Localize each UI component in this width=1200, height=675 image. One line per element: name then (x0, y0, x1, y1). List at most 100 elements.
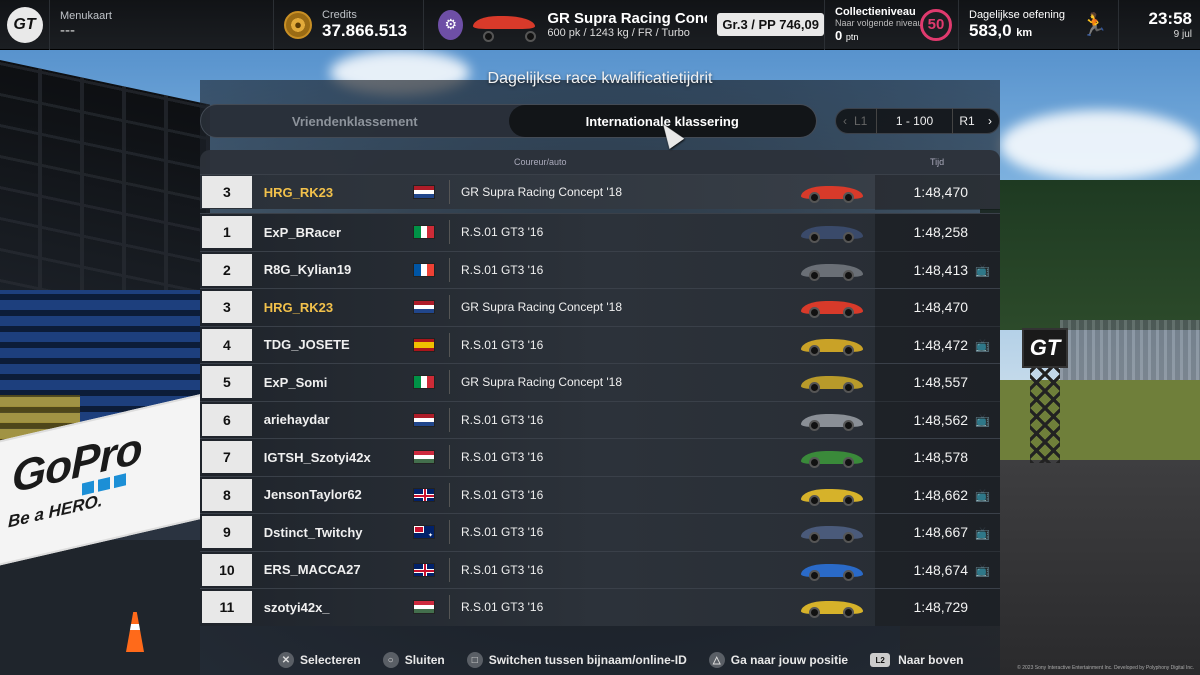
table-row[interactable]: 5 ExP_Somi GR Supra Racing Concept '18 1… (200, 363, 1001, 401)
my-entry-row[interactable]: 3 HRG_RK23 GR Supra Racing Concept '18 1… (200, 174, 1001, 210)
divider (448, 257, 450, 282)
circle-button-icon: ○ (382, 652, 399, 668)
divider (448, 332, 450, 357)
car-thumbnail (799, 521, 865, 544)
top-status-bar: GT Menukaart --- ● Credits 37.866.513 ⚙ … (0, 0, 1200, 50)
driver-name: TDG_JOSETE (263, 337, 350, 353)
table-row[interactable]: 9 Dstinct_Twitchy ✦ R.S.01 GT3 '16 1:48,… (200, 513, 1001, 551)
cloud (1000, 110, 1200, 180)
menu-value: --- (60, 22, 75, 39)
hint-switch-name[interactable]: □ Switchen tussen bijnaam/online-ID (466, 652, 687, 668)
table-row[interactable]: 2 R8G_Kylian19 R.S.01 GT3 '16 1:48,413 📺 (200, 250, 1001, 289)
hint-close[interactable]: ○ Sluiten (382, 652, 445, 668)
lap-time: 1:48,472 (913, 336, 969, 353)
car-thumbnail (799, 259, 865, 281)
current-car[interactable]: ⚙ GR Supra Racing Conc… 600 pk / 1243 kg… (424, 0, 824, 50)
header-driver-car: Coureur/auto (514, 157, 567, 167)
driver-name: Dstinct_Twitchy (263, 524, 363, 540)
table-row[interactable]: 6 ariehaydar R.S.01 GT3 '16 1:48,562 📺 (200, 400, 1001, 439)
replay-icon[interactable]: 📺 (975, 338, 990, 352)
table-row[interactable]: 8 JensonTaylor62 R.S.01 GT3 '16 1:48,662… (200, 475, 1001, 514)
replay-icon[interactable]: 📺 (975, 526, 990, 540)
table-row[interactable]: 7 IGTSH_Szotyi42x R.S.01 GT3 '16 1:48,57… (200, 438, 1001, 476)
lap-time: 1:48,662 (913, 486, 969, 503)
table-row[interactable]: 11 szotyi42x_ R.S.01 GT3 '16 1:48,729 (200, 588, 1001, 626)
rank: 6 (202, 403, 252, 436)
lap-time: 1:48,470 (913, 299, 969, 316)
table-header: Coureur/auto Tijd (200, 150, 1000, 174)
lap-time: 1:48,258 (913, 224, 969, 241)
rank: 3 (202, 291, 252, 324)
collection-level: Collectieniveau Naar volgende niveau 0 p… (824, 0, 959, 50)
replay-icon[interactable]: 📺 (975, 488, 990, 502)
divider (448, 295, 450, 320)
hint-my-position[interactable]: △ Ga naar jouw positie (708, 652, 848, 668)
flag-icon (413, 375, 435, 390)
copyright: © 2023 Sony Interactive Entertainment In… (1017, 665, 1194, 671)
driver-name: JensonTaylor62 (263, 487, 362, 503)
car-name: R.S.01 GT3 '16 (460, 337, 544, 352)
flag-icon (413, 262, 435, 277)
car-thumbnail (799, 446, 865, 469)
replay-icon[interactable]: 📺 (975, 263, 990, 277)
gt-tower: GT (1022, 328, 1068, 463)
driver-name: szotyi42x_ (263, 599, 330, 615)
car-specs: 600 pk / 1243 kg / FR / Turbo (547, 27, 690, 39)
driver-name: ExP_BRacer (263, 224, 342, 240)
lap-time: 1:48,674 (913, 561, 969, 578)
car-thumbnail (799, 484, 865, 506)
car-name: R.S.01 GT3 '16 (460, 262, 544, 277)
daily-workout: Dagelijkse oefening 583,0 km 🏃 (959, 0, 1119, 50)
driver-name: R8G_Kylian19 (263, 262, 352, 278)
rank: 3 (202, 176, 252, 208)
car-thumbnail (799, 371, 865, 394)
divider (448, 220, 450, 245)
flag-icon (413, 225, 435, 240)
driver-name: ariehaydar (263, 412, 330, 428)
flag-icon (413, 185, 435, 199)
rank: 5 (202, 366, 252, 399)
driver-name: ExP_Somi (263, 374, 328, 390)
replay-icon[interactable]: 📺 (975, 563, 990, 577)
car-thumbnail (799, 181, 865, 203)
car-name: R.S.01 GT3 '16 (460, 600, 544, 615)
table-row[interactable]: 3 HRG_RK23 GR Supra Racing Concept '18 1… (200, 288, 1001, 326)
hint-to-top[interactable]: L2 Naar boven (870, 653, 963, 667)
garage-icon: ⚙ (438, 9, 464, 40)
menu-label: Menukaart (60, 10, 112, 22)
runner-icon: 🏃 (1080, 11, 1108, 37)
table-row[interactable]: 10 ERS_MACCA27 R.S.01 GT3 '16 1:48,674 📺 (200, 550, 1001, 589)
flag-icon (413, 337, 435, 352)
table-row[interactable]: 4 TDG_JOSETE R.S.01 GT3 '16 1:48,472 📺 (200, 325, 1001, 364)
l2-button-icon: L2 (870, 653, 891, 667)
leaderboard-tabs: Vriendenklassement Internationale klasse… (200, 104, 817, 138)
lap-time: 1:48,562 (913, 411, 969, 428)
car-name: GR Supra Racing Conc… (547, 10, 707, 27)
car-name: GR Supra Racing Concept '18 (460, 185, 622, 199)
car-name: R.S.01 GT3 '16 (460, 562, 544, 577)
chevron-right-icon[interactable]: › (981, 114, 999, 128)
driver-name: IGTSH_Szotyi42x (263, 449, 371, 465)
divider (448, 180, 450, 204)
table-row[interactable]: 1 ExP_BRacer R.S.01 GT3 '16 1:48,258 (200, 213, 1001, 251)
page-title: Dagelijkse race kwalificatietijdrit (487, 70, 713, 87)
pager-left-label: L1 (854, 114, 868, 128)
lap-time: 1:48,557 (913, 374, 969, 391)
hint-select[interactable]: ✕ Selecteren (278, 652, 361, 668)
driver-name: ERS_MACCA27 (263, 562, 361, 578)
flag-icon (413, 600, 435, 615)
replay-icon[interactable]: 📺 (975, 413, 990, 427)
chevron-left-icon[interactable]: ‹ (836, 114, 854, 128)
credits-status: ● Credits 37.866.513 (274, 0, 424, 50)
flag-icon (413, 450, 435, 465)
tab-friends[interactable]: Vriendenklassement (201, 105, 509, 137)
gt-logo[interactable]: GT (0, 0, 50, 50)
flag-icon (413, 562, 435, 577)
menu-status: Menukaart --- (50, 0, 274, 50)
fence (1060, 320, 1200, 380)
lap-time: 1:48,578 (913, 449, 969, 466)
cross-button-icon: ✕ (278, 652, 294, 668)
car-thumbnail (799, 559, 865, 581)
clock-date: 9 jul (1173, 29, 1192, 40)
driver-name: HRG_RK23 (263, 184, 334, 200)
